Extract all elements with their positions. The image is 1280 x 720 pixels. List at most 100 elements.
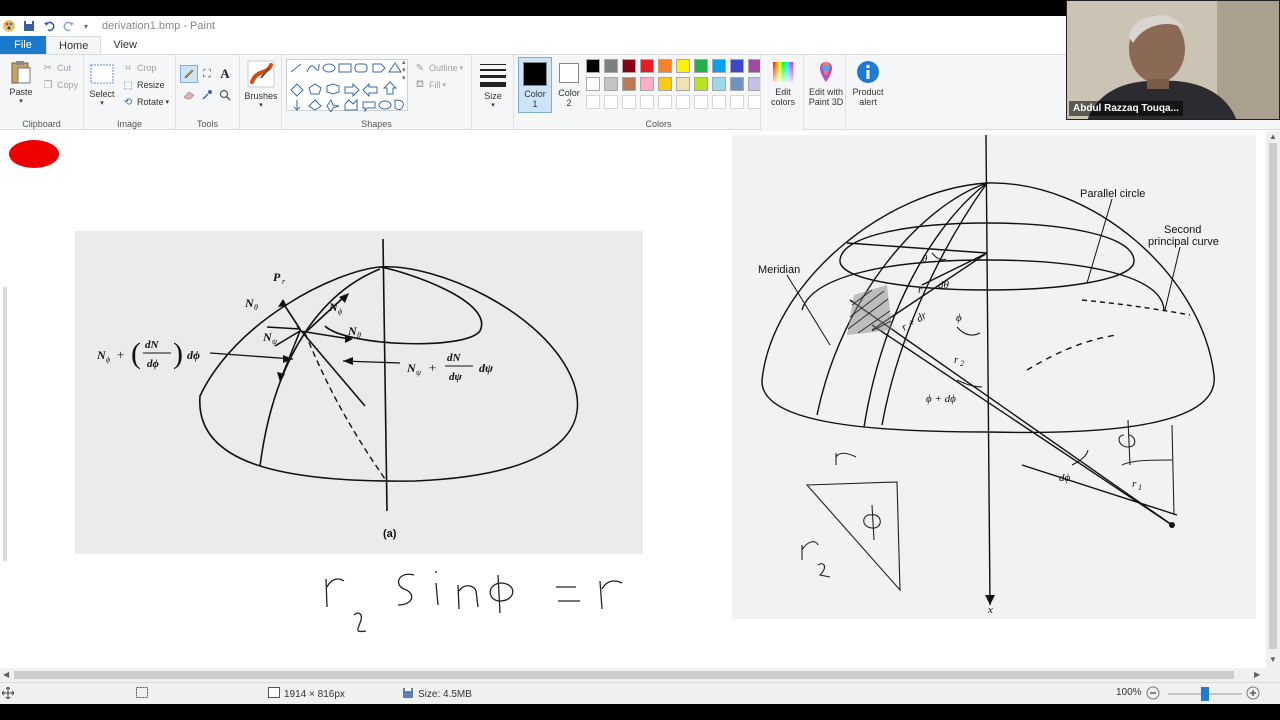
scissors-icon: ✂: [43, 62, 53, 74]
horizontal-scrollbar[interactable]: ◀ ▶: [0, 668, 1266, 682]
copy-button[interactable]: ❐ Copy: [42, 78, 79, 92]
tools-group-label: Tools: [196, 119, 218, 129]
customize-quick-access-icon[interactable]: ▾: [82, 19, 90, 33]
select-rectangle-icon: [89, 61, 115, 87]
redo-icon[interactable]: [62, 19, 76, 33]
custom-color-slot[interactable]: [586, 95, 600, 109]
brushes-group: Brushes ▾: [240, 55, 282, 131]
size-group: Size ▾: [472, 55, 514, 131]
dphi-label: dϕ: [1059, 472, 1071, 484]
edit-colors-button[interactable]: Edit colors: [765, 59, 801, 107]
shapes-scroll-icon[interactable]: ▴ ▾ ▾: [402, 59, 406, 83]
scroll-down-icon[interactable]: ▼: [1269, 655, 1277, 664]
tab-file[interactable]: File: [0, 36, 46, 54]
canvas-size-icon: [268, 687, 280, 701]
custom-color-slot[interactable]: [658, 95, 672, 109]
palette-swatch[interactable]: [658, 59, 672, 73]
palette-swatch[interactable]: [712, 59, 726, 73]
fill-button[interactable]: ⛾ Fill ▾: [414, 78, 446, 92]
scroll-left-icon[interactable]: ◀: [3, 670, 9, 679]
fill-tool[interactable]: ⛶: [200, 67, 214, 81]
palette-swatch[interactable]: [604, 77, 618, 91]
brushes-button[interactable]: Brushes ▾: [244, 59, 278, 111]
palette-swatch[interactable]: [676, 59, 690, 73]
scroll-up-icon[interactable]: ▲: [1269, 132, 1277, 141]
palette-swatch[interactable]: [640, 77, 654, 91]
shapes-gallery-icons: [290, 62, 404, 113]
palette-swatch[interactable]: [712, 77, 726, 91]
scroll-right-icon[interactable]: ▶: [1254, 670, 1260, 679]
text-tool[interactable]: A: [218, 66, 232, 81]
zoom-slider[interactable]: [1168, 687, 1242, 701]
right-eq-tail: dψ: [479, 361, 494, 375]
canvas-workspace[interactable]: P r N θ N ϕ N θ N ψ N ϕ + ( dN dϕ ) dϕ N…: [0, 131, 1266, 668]
palette-swatch[interactable]: [676, 77, 690, 91]
eyedropper-icon: [201, 89, 213, 104]
paste-button[interactable]: Paste ▾: [6, 59, 36, 107]
palette-swatch[interactable]: [586, 59, 600, 73]
webcam-video-tile[interactable]: Abdul Razzaq Touqa...: [1066, 0, 1280, 120]
vertical-scrollbar[interactable]: ▲ ▼: [1266, 131, 1280, 668]
cut-button[interactable]: ✂ Cut: [42, 61, 71, 75]
edit-with-paint3d-label: Edit with Paint 3D: [808, 87, 844, 107]
color2-button[interactable]: Color 2: [554, 57, 584, 113]
size-button[interactable]: Size ▾: [476, 59, 510, 111]
size-dropdown-icon: ▾: [491, 102, 495, 109]
palette-swatch[interactable]: [604, 59, 618, 73]
zoom-slider-thumb[interactable]: [1201, 687, 1209, 701]
save-icon[interactable]: [22, 19, 36, 33]
pencil-tool[interactable]: [180, 65, 198, 83]
palette-swatch[interactable]: [622, 77, 636, 91]
resize-icon: ⬚: [123, 79, 133, 91]
custom-color-slot[interactable]: [694, 95, 708, 109]
palette-swatch[interactable]: [622, 59, 636, 73]
custom-color-slot[interactable]: [712, 95, 726, 109]
participant-name: Abdul Razzaq Touqa...: [1069, 101, 1183, 116]
outline-dropdown-icon: ▾: [459, 65, 464, 72]
custom-color-slot[interactable]: [640, 95, 654, 109]
horizontal-scroll-thumb[interactable]: [14, 671, 1234, 679]
copy-label: Copy: [57, 80, 79, 90]
tab-view[interactable]: View: [101, 36, 149, 54]
selection-size-icon: [136, 687, 148, 698]
edit-with-paint3d-button[interactable]: Edit with Paint 3D: [806, 59, 846, 107]
outline-button[interactable]: ✎ Outline ▾: [414, 61, 463, 75]
paste-dropdown-icon: ▾: [19, 98, 23, 105]
ntheta2-sub: θ: [357, 331, 361, 340]
palette-swatch[interactable]: [586, 77, 600, 91]
shapes-gallery[interactable]: [286, 59, 408, 113]
color-picker-tool[interactable]: [200, 89, 214, 103]
color1-button[interactable]: Color 1: [518, 57, 552, 113]
eraser-tool[interactable]: [182, 89, 196, 103]
zoom-in-icon[interactable]: [1246, 686, 1260, 700]
palette-swatch[interactable]: [730, 59, 744, 73]
palette-swatch[interactable]: [730, 77, 744, 91]
cursor-position-icon: [2, 687, 14, 699]
palette-swatch[interactable]: [694, 59, 708, 73]
crop-button[interactable]: ⌗ Crop: [122, 61, 156, 75]
palette-swatch[interactable]: [694, 77, 708, 91]
product-alert-group: Product alert: [846, 55, 890, 131]
shapes-group: ▴ ▾ ▾ ✎ Outline ▾ ⛾ Fill ▾ Shapes: [282, 55, 472, 131]
select-button[interactable]: Select ▾: [88, 61, 116, 109]
bottom-black-strip: [0, 704, 1280, 720]
palette-swatch[interactable]: [640, 59, 654, 73]
custom-color-slot[interactable]: [604, 95, 618, 109]
undo-icon[interactable]: [42, 19, 56, 33]
resize-button[interactable]: ⬚ Resize: [122, 78, 164, 92]
clipboard-group: Paste ▾ ✂ Cut ❐ Copy Clipboard: [0, 55, 84, 131]
handwritten-equation: [325, 571, 623, 633]
vertical-scroll-thumb[interactable]: [1269, 143, 1277, 649]
tab-home[interactable]: Home: [46, 36, 102, 54]
custom-color-slot[interactable]: [676, 95, 690, 109]
rotate-button[interactable]: ⟲ Rotate ▾: [122, 95, 169, 109]
product-alert-button[interactable]: Product alert: [848, 59, 888, 107]
custom-color-slot[interactable]: [622, 95, 636, 109]
zoom-out-icon[interactable]: [1146, 686, 1160, 700]
second-principal-label-1: Second: [1164, 224, 1201, 236]
custom-color-slot[interactable]: [730, 95, 744, 109]
palette-swatch[interactable]: [658, 77, 672, 91]
magnifier-tool[interactable]: [218, 89, 232, 103]
canvas-size-item: 1914 × 816px: [268, 687, 345, 701]
scroll-corner: [1266, 668, 1280, 682]
